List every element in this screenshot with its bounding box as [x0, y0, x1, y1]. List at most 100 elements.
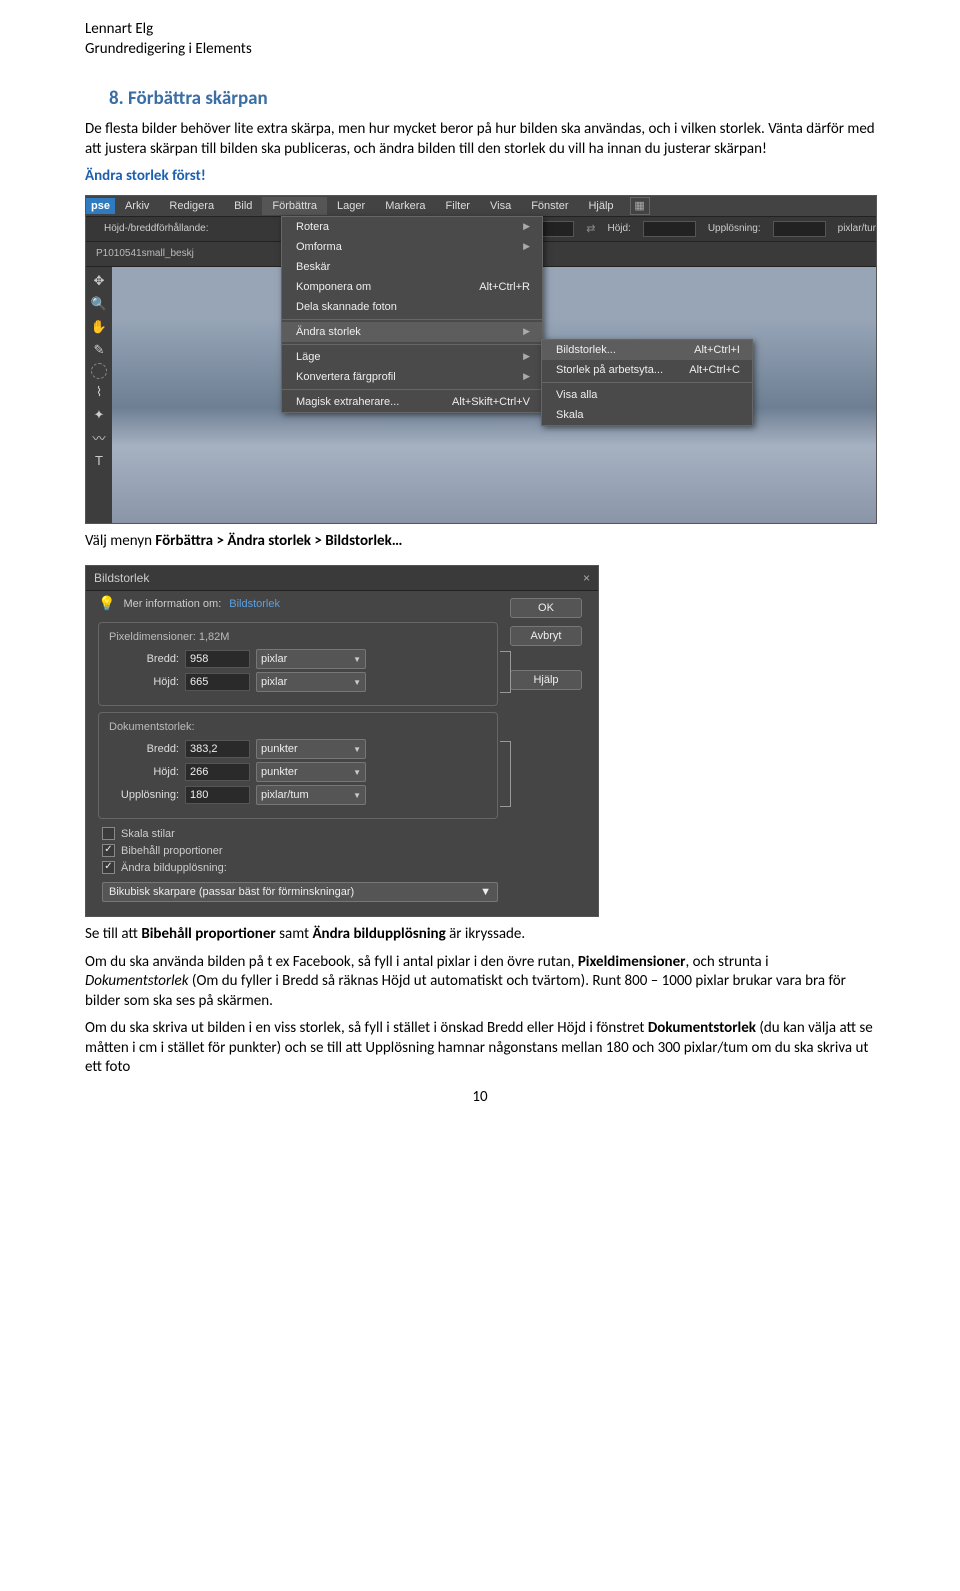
sub-visa-alla[interactable]: Visa alla — [542, 385, 752, 405]
sub-arbetsyta[interactable]: Storlek på arbetsyta...Alt+Ctrl+C — [542, 360, 752, 380]
wand-tool-icon[interactable]: ✦ — [89, 405, 109, 425]
page-number: 10 — [85, 1088, 875, 1106]
doc-width-label: Bredd: — [109, 743, 179, 755]
andra-storlek-submenu: Bildstorlek...Alt+Ctrl+I Storlek på arbe… — [541, 339, 753, 426]
section-heading: 8. Förbättra skärpan — [109, 87, 875, 110]
checkbox-icon: ✓ — [102, 861, 115, 874]
menu-arkiv[interactable]: Arkiv — [115, 197, 159, 215]
height-label: Höjd: — [109, 676, 179, 688]
doc-height-input[interactable] — [185, 763, 250, 781]
type-tool-icon[interactable]: T — [89, 451, 109, 471]
after-p1: Se till att Bibehåll proportioner samt Ä… — [85, 925, 875, 945]
dd-konvertera[interactable]: Konvertera färgprofil▶ — [282, 367, 542, 387]
dd-lage[interactable]: Läge▶ — [282, 347, 542, 367]
info-link[interactable]: Bildstorlek — [229, 598, 280, 610]
change-resolution-check[interactable]: ✓ Ändra bildupplösning: — [86, 859, 598, 876]
swap-icon[interactable]: ⇄ — [586, 222, 595, 235]
info-icon: 💡 — [98, 595, 115, 612]
doc-width-unit-select[interactable]: punkter▼ — [256, 739, 366, 759]
link-bracket-icon — [500, 741, 511, 807]
mid-caption: Välj menyn Förbättra > Ändra storlek > B… — [85, 532, 875, 552]
pixel-height-unit-select[interactable]: pixlar▼ — [256, 672, 366, 692]
dd-beskar[interactable]: Beskär — [282, 257, 542, 277]
doc-legend: Dokumentstorlek: — [109, 721, 487, 733]
resolution-input[interactable] — [185, 786, 250, 804]
move-tool-icon[interactable]: ✥ — [89, 271, 109, 291]
chevron-right-icon: ▶ — [523, 351, 530, 363]
dd-separator — [542, 382, 752, 383]
zoom-tool-icon[interactable]: 🔍 — [89, 294, 109, 314]
pixel-width-unit-select[interactable]: pixlar▼ — [256, 649, 366, 669]
keep-proportions-check[interactable]: ✓ Bibehåll proportioner — [86, 842, 598, 859]
res-label: Upplösning: — [708, 223, 761, 234]
checkbox-icon: ✓ — [102, 844, 115, 857]
doc-width-input[interactable] — [185, 740, 250, 758]
pixel-height-input[interactable] — [185, 673, 250, 691]
lasso-tool-icon[interactable]: ⌇ — [89, 382, 109, 402]
dd-rotera[interactable]: Rotera▶ — [282, 217, 542, 237]
close-icon[interactable]: × — [583, 571, 590, 585]
unit-label: pixlar/tur — [838, 223, 876, 234]
sub-bildstorlek[interactable]: Bildstorlek...Alt+Ctrl+I — [542, 340, 752, 360]
menu-bild[interactable]: Bild — [224, 197, 262, 215]
height-input[interactable] — [643, 221, 696, 237]
menu-filter[interactable]: Filter — [436, 197, 480, 215]
dd-komponera[interactable]: Komponera omAlt+Ctrl+R — [282, 277, 542, 297]
chevron-down-icon: ▼ — [353, 655, 361, 664]
document-size-group: Dokumentstorlek: Bredd: punkter▼ Höjd: p… — [98, 712, 498, 819]
menu-markera[interactable]: Markera — [375, 197, 435, 215]
chevron-right-icon: ▶ — [523, 221, 530, 233]
chevron-down-icon: ▼ — [480, 886, 491, 898]
dd-separator — [282, 344, 542, 345]
help-button[interactable]: Hjälp — [510, 670, 582, 690]
checkbox-icon — [102, 827, 115, 840]
cancel-button[interactable]: Avbryt — [510, 626, 582, 646]
h-label: Höjd: — [607, 223, 630, 234]
bild-dropdown: Rotera▶ Omforma▶ Beskär Komponera omAlt+… — [281, 216, 543, 413]
screenshot-menu: pse Arkiv Redigera Bild Förbättra Lager … — [85, 195, 877, 524]
chevron-right-icon: ▶ — [523, 241, 530, 253]
subtitle: Grundredigering i Elements — [85, 40, 875, 60]
after-p3: Om du ska skriva ut bilden i en viss sto… — [85, 1019, 875, 1078]
info-prefix: Mer information om: — [123, 598, 221, 610]
res-input[interactable] — [773, 221, 826, 237]
intro-paragraph: De flesta bilder behöver lite extra skär… — [85, 120, 875, 159]
ok-button[interactable]: OK — [510, 598, 582, 618]
pixel-legend: Pixeldimensioner: 1,82M — [109, 631, 487, 643]
menu-redigera[interactable]: Redigera — [159, 197, 224, 215]
hand-tool-icon[interactable]: ✋ — [89, 317, 109, 337]
eyedropper-tool-icon[interactable]: ✎ — [89, 340, 109, 360]
chevron-right-icon: ▶ — [523, 371, 530, 383]
dd-dela[interactable]: Dela skannade foton — [282, 297, 542, 317]
width-label: Bredd: — [109, 653, 179, 665]
menu-visa[interactable]: Visa — [480, 197, 521, 215]
scale-styles-check[interactable]: Skala stilar — [86, 825, 598, 842]
dialog-title: Bildstorlek — [94, 571, 149, 585]
menu-fonster[interactable]: Fönster — [521, 197, 578, 215]
brush-tool-icon[interactable]: 〰 — [89, 428, 109, 448]
layout-grid-icon[interactable]: ▦ — [630, 197, 650, 215]
interpolation-select[interactable]: Bikubisk skarpare (passar bäst för förmi… — [102, 882, 498, 902]
dd-magisk[interactable]: Magisk extraherare...Alt+Skift+Ctrl+V — [282, 392, 542, 412]
menu-hjalp[interactable]: Hjälp — [578, 197, 623, 215]
chevron-down-icon: ▼ — [353, 791, 361, 800]
chevron-down-icon: ▼ — [353, 678, 361, 687]
after-p2: Om du ska använda bilden på t ex Faceboo… — [85, 953, 875, 1012]
resolution-unit-select[interactable]: pixlar/tum▼ — [256, 785, 366, 805]
pixel-dimensions-group: Pixeldimensioner: 1,82M Bredd: pixlar▼ H… — [98, 622, 498, 706]
doc-height-unit-select[interactable]: punkter▼ — [256, 762, 366, 782]
menu-forbattra[interactable]: Förbättra — [262, 197, 327, 215]
dd-andra-storlek[interactable]: Ändra storlek▶ — [282, 322, 542, 342]
dialog-titlebar: Bildstorlek × — [86, 566, 598, 591]
tool-palette: ✥ 🔍 ✋ ✎ ⌇ ✦ 〰 T — [86, 267, 112, 523]
dd-omforma[interactable]: Omforma▶ — [282, 237, 542, 257]
marquee-tool-icon[interactable] — [91, 363, 107, 379]
dd-separator — [282, 389, 542, 390]
chevron-right-icon: ▶ — [523, 326, 530, 338]
author: Lennart Elg — [85, 20, 875, 40]
dialog-buttons: OK Avbryt Hjälp — [510, 598, 582, 690]
callout-resize-first: Ändra storlek först! — [85, 167, 875, 187]
pixel-width-input[interactable] — [185, 650, 250, 668]
menu-lager[interactable]: Lager — [327, 197, 375, 215]
sub-skala[interactable]: Skala — [542, 405, 752, 425]
